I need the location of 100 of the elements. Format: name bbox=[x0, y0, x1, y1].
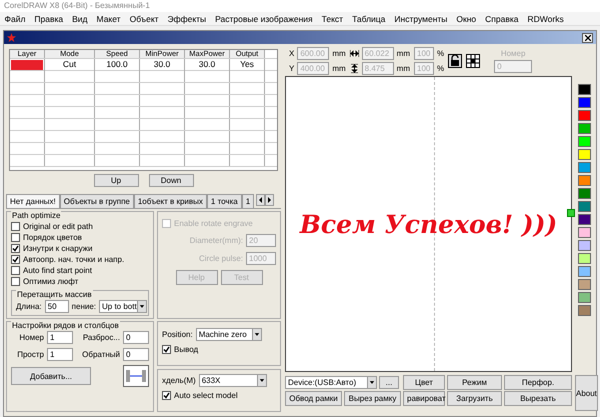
number-field[interactable]: 1 bbox=[47, 348, 73, 361]
color-swatch[interactable] bbox=[578, 227, 591, 238]
tab[interactable]: Нет данных! bbox=[6, 194, 60, 208]
canvas[interactable]: Всем Успехов! ))) bbox=[285, 76, 572, 372]
direction-dropdown[interactable]: Up to bott bbox=[99, 300, 147, 313]
position-dropdown[interactable]: Machine zero bbox=[196, 328, 262, 341]
about-button[interactable]: About bbox=[575, 375, 598, 411]
tab[interactable]: 1объект в кривых bbox=[134, 194, 207, 208]
star-icon bbox=[7, 33, 16, 42]
color-swatch[interactable] bbox=[578, 253, 591, 264]
unit-label: mm bbox=[396, 64, 410, 73]
menu-item[interactable]: Эффекты bbox=[163, 14, 211, 24]
checkbox[interactable] bbox=[11, 266, 20, 274]
color-swatch[interactable] bbox=[578, 123, 591, 134]
table-cell: Yes bbox=[230, 59, 265, 71]
device-dropdown[interactable]: Device:(USB:Авто) bbox=[285, 376, 377, 389]
field-label: Номер bbox=[500, 49, 526, 58]
color-swatch[interactable] bbox=[578, 175, 591, 186]
color-swatch[interactable] bbox=[578, 240, 591, 251]
color-swatch[interactable] bbox=[578, 214, 591, 225]
checkbox-label: Original or edit path bbox=[23, 222, 93, 230]
tab[interactable]: Объекты в группе bbox=[60, 194, 134, 208]
field-label: Y bbox=[289, 64, 294, 73]
field-label: Длина: bbox=[16, 302, 42, 311]
add-button[interactable]: Добавить... bbox=[11, 367, 91, 385]
spacing-icon[interactable] bbox=[123, 365, 149, 387]
action-button[interactable]: Загрузить bbox=[447, 391, 502, 406]
tab-scroll-arrows-icon[interactable] bbox=[256, 194, 274, 206]
tab[interactable]: 1 точка bbox=[206, 194, 242, 208]
length-field[interactable]: 50 bbox=[44, 300, 69, 313]
color-swatch[interactable] bbox=[578, 149, 591, 160]
menu-item[interactable]: Объект bbox=[125, 14, 164, 24]
menu-item[interactable]: Правка bbox=[30, 14, 68, 24]
number-field[interactable]: 1 bbox=[47, 331, 73, 344]
menu-item[interactable]: RDWorks bbox=[523, 14, 568, 24]
color-swatch[interactable] bbox=[578, 188, 591, 199]
checkbox[interactable] bbox=[162, 391, 171, 400]
menu-item[interactable]: Растровые изображения bbox=[210, 14, 318, 24]
checkbox-label: Изнутри к снаружи bbox=[23, 244, 92, 252]
color-swatch[interactable] bbox=[578, 266, 591, 277]
checkbox[interactable] bbox=[11, 244, 20, 252]
action-button[interactable]: равироват bbox=[403, 391, 445, 406]
group-title: Настройки рядов и столбцов bbox=[11, 321, 120, 330]
color-swatch[interactable] bbox=[578, 305, 591, 316]
move-button[interactable]: Up bbox=[94, 174, 138, 187]
menu-item[interactable]: Окно bbox=[452, 14, 481, 24]
field-label: Простр bbox=[17, 350, 44, 359]
color-swatch[interactable] bbox=[578, 136, 591, 147]
checkbox-label: Порядок цветов bbox=[23, 232, 82, 242]
color-swatch[interactable] bbox=[578, 279, 591, 290]
checkbox[interactable] bbox=[11, 276, 20, 286]
unit-label: % bbox=[437, 49, 444, 58]
menu-item[interactable]: Текст bbox=[317, 14, 348, 24]
menu-item[interactable]: Инструменты bbox=[390, 14, 452, 24]
action-button[interactable]: Вырезать bbox=[504, 391, 572, 406]
color-swatch[interactable] bbox=[578, 97, 591, 108]
checkbox-label: Auto find start point bbox=[23, 266, 92, 274]
unit-label: mm bbox=[332, 49, 346, 58]
color-swatch[interactable] bbox=[578, 84, 591, 95]
frame-button[interactable]: Обвод рамки bbox=[285, 391, 342, 406]
close-button[interactable] bbox=[582, 32, 593, 42]
menu-item[interactable]: Вид bbox=[68, 14, 92, 24]
more-button[interactable]: ... bbox=[379, 376, 399, 389]
color-swatch[interactable] bbox=[578, 110, 591, 121]
move-button[interactable]: Down bbox=[148, 174, 194, 187]
checkbox[interactable] bbox=[11, 222, 20, 230]
unit-label: mm bbox=[396, 49, 410, 58]
tab[interactable]: 1 bbox=[242, 194, 254, 208]
field-label: Номер bbox=[19, 333, 44, 342]
checkbox[interactable] bbox=[11, 254, 20, 264]
group-title: Перетащить массив bbox=[16, 290, 93, 299]
menu-item[interactable]: Справка bbox=[480, 14, 524, 24]
action-button[interactable]: Режим bbox=[447, 375, 502, 390]
field-label: хдель(M) bbox=[162, 376, 196, 385]
color-swatch[interactable] bbox=[578, 201, 591, 212]
menu-item[interactable]: Макет bbox=[92, 14, 126, 24]
menu-item[interactable]: Файл bbox=[0, 14, 30, 24]
unit-label: % bbox=[437, 64, 444, 73]
anchor-grid-icon[interactable] bbox=[466, 54, 480, 68]
number-field[interactable]: 0 bbox=[123, 331, 149, 344]
color-swatch[interactable] bbox=[578, 162, 591, 173]
menu-item[interactable]: Таблица bbox=[348, 14, 390, 24]
action-button[interactable]: Цвет bbox=[403, 375, 445, 390]
model-dropdown[interactable]: 633X bbox=[198, 374, 267, 387]
selection-handle[interactable] bbox=[567, 209, 575, 218]
action-button[interactable]: Перфор. bbox=[504, 375, 572, 390]
checkbox[interactable] bbox=[162, 345, 171, 354]
width-arrow-icon bbox=[350, 49, 359, 58]
checkbox-label: Enable rotate engrave bbox=[174, 219, 253, 228]
table-cell: 30.0 bbox=[185, 59, 230, 71]
table-cell: 100.0 bbox=[95, 59, 140, 71]
field-label: X bbox=[289, 49, 294, 58]
table-cell: 30.0 bbox=[140, 59, 185, 71]
frame-button[interactable]: Вырез рамку bbox=[344, 391, 401, 406]
checkbox[interactable] bbox=[11, 232, 20, 242]
window-title: CorelDRAW X8 (64-Bit) - Безымянный-1 bbox=[0, 0, 600, 12]
number-field[interactable]: 0 bbox=[123, 348, 149, 361]
field-label: Обратный bbox=[82, 350, 120, 359]
lock-icon[interactable] bbox=[448, 54, 462, 68]
color-swatch[interactable] bbox=[578, 292, 591, 303]
